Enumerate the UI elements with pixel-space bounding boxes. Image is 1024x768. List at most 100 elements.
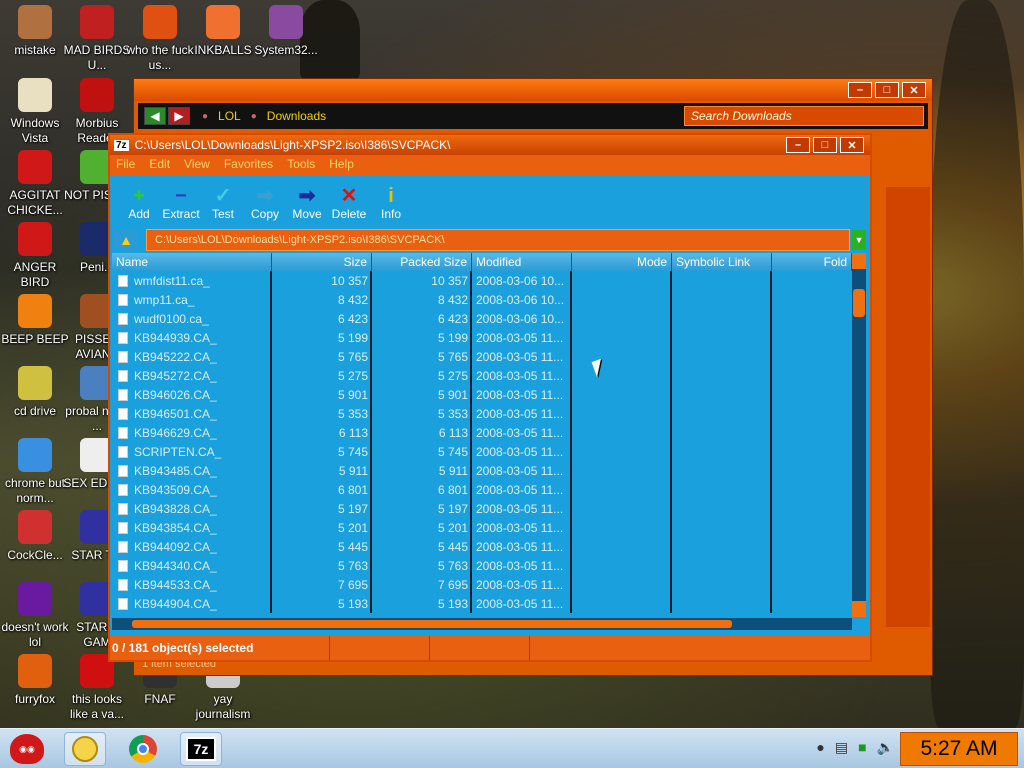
column-modified[interactable]: Modified [472, 253, 572, 271]
scroll-down-arrow[interactable] [852, 601, 866, 617]
column-symbolic-link[interactable]: Symbolic Link [672, 253, 772, 271]
file-size-cell: 5 745 [337, 444, 368, 459]
menu-file[interactable]: File [116, 157, 135, 171]
7zip-titlebar[interactable]: 7z C:\Users\LOL\Downloads\Light-XPSP2.is… [110, 135, 870, 155]
menu-help[interactable]: Help [329, 157, 354, 171]
breadcrumb-item[interactable]: Downloads [267, 109, 326, 123]
desktop-icon[interactable]: INKBALLS [188, 5, 258, 58]
desktop-icon[interactable]: chrome but norm... [0, 438, 70, 506]
table-row[interactable]: wudf0100.ca_ 6 423 6 423 2008-03-06 10... [112, 309, 856, 328]
search-input[interactable]: Search Downloads [684, 106, 924, 126]
forward-arrow-icon[interactable]: ▶ [168, 107, 190, 125]
toolbar-copy-button[interactable]: ➡ Copy [244, 185, 286, 225]
horizontal-scrollbar[interactable] [112, 618, 852, 630]
toolbar: + Add − Extract ✓ Test ➡ Copy ➡ Move ✕ Delete i Info [110, 173, 870, 225]
toolbar-delete-button[interactable]: ✕ Delete [328, 185, 370, 225]
table-row[interactable]: KB944340.CA_ 5 763 5 763 2008-03-05 11... [112, 556, 856, 575]
desktop-icon[interactable]: System32... [251, 5, 321, 58]
desktop-icon[interactable]: CockCle... [0, 510, 70, 563]
table-row[interactable]: KB944092.CA_ 5 445 5 445 2008-03-05 11... [112, 537, 856, 556]
breadcrumb-item[interactable]: LOL [218, 109, 241, 123]
desktop-icon[interactable]: this looks like a va... [62, 654, 132, 722]
address-input[interactable]: C:\Users\LOL\Downloads\Light-XPSP2.iso\I… [146, 229, 850, 251]
desktop-icon[interactable]: furryfox [0, 654, 70, 707]
maximize-button[interactable]: □ [875, 82, 899, 98]
column-size[interactable]: Size [272, 253, 372, 271]
table-row[interactable]: KB944904.CA_ 5 193 5 193 2008-03-05 11... [112, 594, 856, 613]
file-packed-cell: 5 199 [437, 330, 468, 345]
desktop-icon[interactable]: cd drive [0, 366, 70, 419]
taskbar-chrome[interactable] [122, 732, 164, 766]
toolbar-extract-button[interactable]: − Extract [160, 185, 202, 225]
close-button[interactable]: ✕ [840, 137, 864, 153]
usb-icon[interactable]: ▤ [835, 739, 848, 756]
explorer-titlebar[interactable]: – □ ✕ [134, 79, 932, 101]
table-row[interactable]: KB943828.CA_ 5 197 5 197 2008-03-05 11... [112, 499, 856, 518]
menu-tools[interactable]: Tools [287, 157, 315, 171]
minimize-button[interactable]: – [848, 82, 872, 98]
pdf-icon [80, 78, 114, 112]
table-row[interactable]: KB945222.CA_ 5 765 5 765 2008-03-05 11... [112, 347, 856, 366]
desktop-icon[interactable]: ANGER BIRD [0, 222, 70, 290]
clock[interactable]: 5:27 AM [900, 732, 1018, 766]
table-row[interactable]: wmp11.ca_ 8 432 8 432 2008-03-06 10... [112, 290, 856, 309]
scroll-thumb[interactable] [853, 289, 865, 317]
file-icon [118, 502, 128, 515]
maximize-button[interactable]: □ [813, 137, 837, 153]
7zip-window[interactable]: 7z C:\Users\LOL\Downloads\Light-XPSP2.is… [108, 133, 872, 662]
column-packed-size[interactable]: Packed Size [372, 253, 472, 271]
table-row[interactable]: KB944939.CA_ 5 199 5 199 2008-03-05 11... [112, 328, 856, 347]
scroll-thumb[interactable] [132, 620, 732, 628]
back-arrow-icon[interactable]: ◀ [144, 107, 166, 125]
desktop-icon[interactable]: AGGITAT CHICKE... [0, 150, 70, 218]
minimize-button[interactable]: – [786, 137, 810, 153]
table-row[interactable]: KB945272.CA_ 5 275 5 275 2008-03-05 11... [112, 366, 856, 385]
volume-icon[interactable]: 🔈 [877, 739, 894, 756]
chevron-down-icon[interactable]: ▼ [852, 230, 866, 250]
table-row[interactable]: KB946501.CA_ 5 353 5 353 2008-03-05 11... [112, 404, 856, 423]
table-row[interactable]: KB943854.CA_ 5 201 5 201 2008-03-05 11... [112, 518, 856, 537]
vertical-scrollbar[interactable] [852, 253, 866, 617]
menu-favorites[interactable]: Favorites [224, 157, 273, 171]
file-name: KB943854.CA_ [134, 520, 217, 535]
toolbar-add-button[interactable]: + Add [118, 185, 160, 225]
desktop-icon[interactable]: who the fuck us... [125, 5, 195, 73]
record-dot-icon[interactable]: ● [816, 739, 824, 756]
close-button[interactable]: ✕ [902, 82, 926, 98]
table-row[interactable]: KB943509.CA_ 6 801 6 801 2008-03-05 11... [112, 480, 856, 499]
column-folders[interactable]: Fold [772, 253, 852, 271]
file-icon [118, 559, 128, 572]
file-name: KB943485.CA_ [134, 463, 217, 478]
table-row[interactable]: SCRIPTEN.CA_ 5 745 5 745 2008-03-05 11... [112, 442, 856, 461]
taskbar-egg-app[interactable] [64, 732, 106, 766]
file-list[interactable]: Name Size Packed Size Modified Mode Symb… [112, 253, 856, 613]
table-row[interactable]: KB946026.CA_ 5 901 5 901 2008-03-05 11... [112, 385, 856, 404]
desktop-icon[interactable]: doesn't work lol [0, 582, 70, 650]
desktop-icon[interactable]: BEEP BEEP [0, 294, 70, 347]
taskbar-7zip[interactable]: 7z [180, 732, 222, 766]
toolbar-test-button[interactable]: ✓ Test [202, 185, 244, 225]
network-icon[interactable]: ■ [858, 739, 866, 756]
desktop-icon[interactable]: Windows Vista [0, 78, 70, 146]
desktop-icon[interactable]: mistake [0, 5, 70, 58]
file-packed-cell: 5 901 [437, 387, 468, 402]
start-button[interactable]: ◉◉ [4, 729, 50, 768]
status-bar: 0 / 181 object(s) selected [110, 636, 870, 660]
table-row[interactable]: KB946629.CA_ 6 113 6 113 2008-03-05 11... [112, 423, 856, 442]
file-name-cell: KB943854.CA_ [112, 521, 272, 535]
column-mode[interactable]: Mode [572, 253, 672, 271]
menu-view[interactable]: View [184, 157, 210, 171]
toolbar-info-button[interactable]: i Info [370, 185, 412, 225]
table-row[interactable]: KB943485.CA_ 5 911 5 911 2008-03-05 11... [112, 461, 856, 480]
file-size-cell: 6 113 [338, 425, 368, 440]
file-name-cell: KB944904.CA_ [112, 597, 272, 611]
folder-up-icon[interactable]: ▲ [114, 230, 138, 250]
column-name[interactable]: Name [112, 253, 272, 271]
file-packed-cell: 5 763 [437, 558, 468, 573]
toolbar-move-button[interactable]: ➡ Move [286, 185, 328, 225]
table-row[interactable]: wmfdist11.ca_ 10 357 10 357 2008-03-06 10..… [112, 271, 856, 290]
table-row[interactable]: KB944533.CA_ 7 695 7 695 2008-03-05 11... [112, 575, 856, 594]
desktop-icon[interactable]: MAD BIRDS U... [62, 5, 132, 73]
scroll-up-arrow[interactable] [852, 253, 866, 269]
menu-edit[interactable]: Edit [149, 157, 170, 171]
